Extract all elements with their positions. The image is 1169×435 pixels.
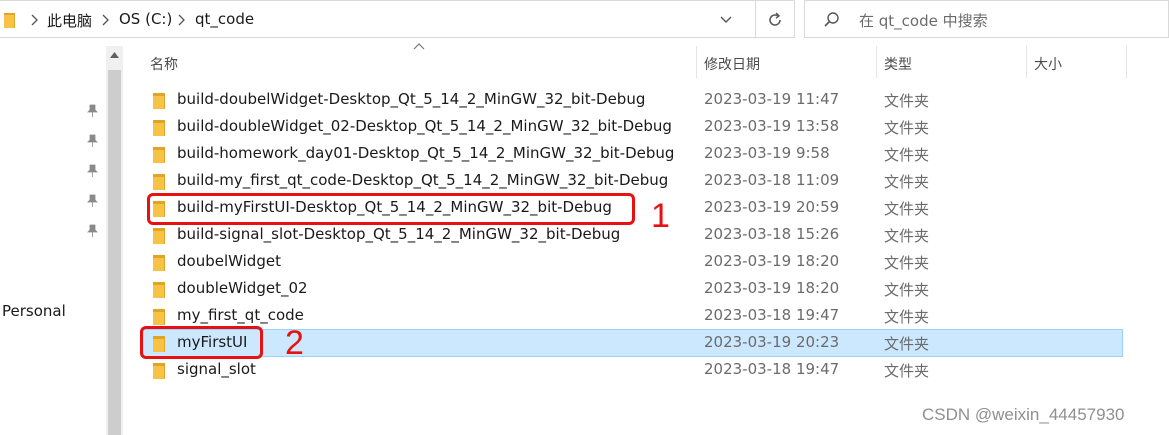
pin-icon[interactable] bbox=[86, 194, 98, 208]
file-date: 2023-03-18 19:47 bbox=[704, 306, 840, 324]
file-type: 文件夹 bbox=[884, 362, 930, 380]
file-row[interactable]: doubleWidget_02 2023-03-19 18:20 文件夹 bbox=[142, 276, 1122, 302]
file-type: 文件夹 bbox=[884, 173, 930, 191]
chevron-down-icon[interactable] bbox=[718, 11, 734, 27]
folder-icon bbox=[153, 93, 165, 109]
file-date: 2023-03-19 20:23 bbox=[704, 333, 840, 351]
file-date: 2023-03-19 18:20 bbox=[704, 279, 840, 297]
file-name: build-doubelWidget-Desktop_Qt_5_14_2_Min… bbox=[177, 90, 646, 108]
column-header-name[interactable]: 名称 bbox=[150, 54, 178, 74]
folder-icon bbox=[153, 228, 165, 244]
file-name: my_first_qt_code bbox=[177, 306, 304, 324]
file-type: 文件夹 bbox=[884, 92, 930, 110]
folder-icon bbox=[153, 120, 165, 136]
file-date: 2023-03-19 20:59 bbox=[704, 198, 840, 216]
address-bar[interactable]: 此电脑 OS (C:) qt_code bbox=[0, 0, 756, 38]
watermark: CSDN @weixin_44457930 bbox=[922, 405, 1125, 424]
chevron-right-icon[interactable] bbox=[28, 13, 40, 27]
file-name: build-my_first_qt_code-Desktop_Qt_5_14_2… bbox=[177, 171, 669, 189]
file-date: 2023-03-19 9:58 bbox=[704, 144, 830, 162]
search-input[interactable]: 在 qt_code 中搜索 bbox=[859, 10, 988, 31]
file-type: 文件夹 bbox=[884, 308, 930, 326]
scrollbar-thumb[interactable] bbox=[108, 70, 121, 435]
file-date: 2023-03-18 15:26 bbox=[704, 225, 840, 243]
file-date: 2023-03-19 18:20 bbox=[704, 252, 840, 270]
column-divider[interactable] bbox=[1126, 46, 1127, 78]
file-name: doubleWidget_02 bbox=[177, 279, 308, 297]
column-header-type[interactable]: 类型 bbox=[884, 54, 912, 74]
chevron-right-icon[interactable] bbox=[99, 13, 111, 27]
folder-icon bbox=[153, 255, 165, 271]
file-row[interactable]: build-homework_day01-Desktop_Qt_5_14_2_M… bbox=[142, 141, 1122, 167]
column-header-date[interactable]: 修改日期 bbox=[704, 54, 760, 74]
file-type: 文件夹 bbox=[884, 254, 930, 272]
file-row[interactable]: doubelWidget 2023-03-19 18:20 文件夹 bbox=[142, 249, 1122, 275]
file-type: 文件夹 bbox=[884, 227, 930, 245]
file-type: 文件夹 bbox=[884, 335, 930, 353]
column-divider[interactable] bbox=[1026, 46, 1027, 78]
folder-icon bbox=[153, 147, 165, 163]
scroll-up-icon[interactable] bbox=[110, 52, 119, 58]
breadcrumb-this-pc[interactable]: 此电脑 bbox=[47, 10, 92, 31]
column-divider[interactable] bbox=[696, 46, 697, 78]
refresh-icon bbox=[769, 12, 781, 26]
file-type: 文件夹 bbox=[884, 200, 930, 218]
file-name: doubelWidget bbox=[177, 252, 281, 270]
file-row[interactable]: build-doubleWidget_02-Desktop_Qt_5_14_2_… bbox=[142, 114, 1122, 140]
annotation-label-2: 2 bbox=[285, 324, 304, 362]
file-row[interactable]: build-my_first_qt_code-Desktop_Qt_5_14_2… bbox=[142, 168, 1122, 194]
file-type: 文件夹 bbox=[884, 281, 930, 299]
folder-icon bbox=[153, 363, 165, 379]
folder-icon bbox=[153, 174, 165, 190]
file-date: 2023-03-19 11:47 bbox=[704, 90, 840, 108]
annotation-label-1: 1 bbox=[651, 197, 670, 235]
search-box[interactable]: 在 qt_code 中搜索 bbox=[804, 0, 1169, 38]
refresh-button[interactable] bbox=[755, 0, 795, 38]
folder-icon bbox=[153, 309, 165, 325]
file-name: build-signal_slot-Desktop_Qt_5_14_2_MinG… bbox=[177, 225, 621, 243]
file-type: 文件夹 bbox=[884, 146, 930, 164]
sort-ascending-icon bbox=[413, 43, 425, 50]
nav-item-personal[interactable]: Personal bbox=[2, 302, 66, 320]
file-date: 2023-03-19 13:58 bbox=[704, 117, 840, 135]
folder-icon bbox=[153, 282, 165, 298]
file-name: build-doubleWidget_02-Desktop_Qt_5_14_2_… bbox=[177, 117, 672, 135]
chevron-right-icon[interactable] bbox=[175, 13, 187, 27]
annotation-box-1 bbox=[147, 193, 635, 225]
file-row[interactable]: build-signal_slot-Desktop_Qt_5_14_2_MinG… bbox=[142, 222, 1122, 248]
breadcrumb-folder[interactable]: qt_code bbox=[195, 10, 254, 28]
file-type: 文件夹 bbox=[884, 119, 930, 137]
file-name: signal_slot bbox=[177, 360, 256, 378]
folder-icon bbox=[4, 13, 15, 28]
pin-icon[interactable] bbox=[86, 104, 98, 118]
column-divider[interactable] bbox=[876, 46, 877, 78]
annotation-box-2 bbox=[140, 326, 263, 359]
file-row[interactable]: build-doubelWidget-Desktop_Qt_5_14_2_Min… bbox=[142, 87, 1122, 113]
pin-icon[interactable] bbox=[86, 224, 98, 238]
file-date: 2023-03-18 19:47 bbox=[704, 360, 840, 378]
pin-icon[interactable] bbox=[86, 164, 98, 178]
pin-icon[interactable] bbox=[86, 134, 98, 148]
nav-scrollbar[interactable] bbox=[106, 46, 123, 435]
file-date: 2023-03-18 11:09 bbox=[704, 171, 840, 189]
search-icon bbox=[824, 12, 839, 27]
column-header-size[interactable]: 大小 bbox=[1034, 54, 1062, 74]
breadcrumb-drive[interactable]: OS (C:) bbox=[119, 10, 172, 28]
file-name: build-homework_day01-Desktop_Qt_5_14_2_M… bbox=[177, 144, 675, 162]
